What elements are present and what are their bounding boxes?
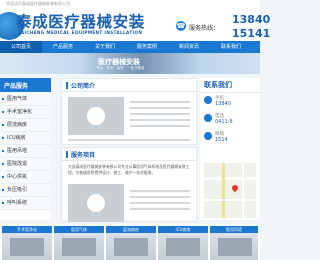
card-header: 服务项目: [62, 148, 196, 161]
hotline-number-2: 15141: [232, 27, 271, 40]
sidebar-item-label: 层流病房: [7, 122, 28, 128]
sidebar-item-label: 负压吸引: [7, 187, 28, 193]
hotline-label: 服务热线：: [189, 25, 220, 32]
contact-value: 13840: [215, 101, 231, 107]
sidebar-header: 产品服务: [0, 78, 51, 92]
sidebar-item-label: 手术室净化: [7, 109, 33, 115]
card-title: 公司简介: [71, 83, 96, 90]
accent-bar: [66, 82, 68, 89]
gallery-label: ICU病房: [158, 226, 208, 233]
sidebar-item[interactable]: 手术室净化: [0, 106, 51, 119]
gallery-label: 医用吊塔: [210, 226, 258, 233]
bullet-icon: [2, 163, 4, 165]
accent-bar: [66, 151, 68, 158]
sidebar-item[interactable]: 医院改造: [0, 158, 51, 171]
nav-item-about[interactable]: 关于我们: [84, 41, 126, 53]
company-intro-card: 公司简介: [61, 78, 197, 145]
bullet-icon: [2, 111, 4, 113]
mobile-icon: [204, 96, 212, 104]
bullet-icon: [2, 189, 4, 191]
sidebar-item-label: 医院改造: [7, 161, 28, 167]
gallery-thumb[interactable]: 医用吊塔: [210, 226, 258, 260]
card-header: 公司简介: [62, 79, 196, 92]
intro-image: [68, 97, 124, 135]
nav-item-news[interactable]: 新闻资讯: [168, 41, 210, 53]
sidebar-title: 产品服务: [4, 83, 29, 90]
brand-name[interactable]: 泰成医疗器械安装: [16, 10, 145, 32]
contact-value: 1514: [215, 137, 228, 143]
sidebar-item[interactable]: ICU病房: [0, 132, 51, 145]
gallery-label: 医用气体: [54, 226, 104, 233]
sidebar-item-label: ICU病房: [7, 135, 26, 141]
mail-icon: [204, 132, 212, 140]
gallery-thumb[interactable]: 医用气体: [54, 226, 104, 260]
intro-text-lines-full: [68, 139, 190, 145]
bullet-icon: [2, 137, 4, 139]
welcome-text: 欢迎访问泰成医疗器械安装有限公司: [6, 1, 70, 6]
sidebar-item-label: 医用气体: [7, 96, 28, 102]
sidebar-item[interactable]: 层流病房: [0, 119, 51, 132]
service-text-lines: [130, 190, 190, 214]
gallery-thumb[interactable]: ICU病房: [158, 226, 208, 260]
card-title: 服务项目: [71, 152, 96, 159]
phone-icon: [204, 114, 212, 122]
service-text: 大连泰成医疗器械安装有限公司专业从事医用气体系统及医疗器械安装工程，为各级医院提…: [68, 164, 190, 175]
gallery-thumb[interactable]: 层流病房: [106, 226, 156, 260]
service-image: [68, 184, 124, 222]
sidebar-item[interactable]: 医用吊塔: [0, 145, 51, 158]
nav-item-products[interactable]: 产品服务: [42, 41, 84, 53]
gallery-label: 手术室净化: [2, 226, 52, 233]
service-card: 服务项目 大连泰成医疗器械安装有限公司专业从事医用气体系统及医疗器械安装工程，为…: [61, 147, 197, 222]
bullet-icon: [2, 150, 4, 152]
location-map[interactable]: [204, 163, 256, 218]
hotline-number-1: 13840: [232, 13, 271, 26]
contact-header: 联系我们: [200, 78, 260, 93]
main-nav: 公司首页 产品服务 关于我们 服务案例 新闻资讯 联系我们: [0, 41, 260, 53]
banner-subtitle: 专业 · 安全 · 高效 · 一站式服务: [96, 66, 145, 70]
intro-text-lines: [130, 101, 190, 131]
hero-banner: 医疗器械安装 专业 · 安全 · 高效 · 一站式服务: [0, 53, 260, 74]
gallery-label: 层流病房: [106, 226, 156, 233]
sidebar-item[interactable]: 负压吸引: [0, 184, 51, 197]
bullet-icon: [2, 176, 4, 178]
sidebar-item[interactable]: 中心供氧: [0, 171, 51, 184]
gallery-thumb[interactable]: 手术室净化: [2, 226, 52, 260]
sidebar-item-label: 医用吊塔: [7, 148, 28, 154]
bullet-icon: [2, 202, 4, 204]
contact-title: 联系我们: [204, 81, 232, 89]
sidebar-item[interactable]: 呼叫系统: [0, 197, 51, 210]
nav-item-home[interactable]: 公司首页: [0, 41, 42, 53]
phone-icon: ☎: [176, 21, 186, 31]
contact-value: 0411-8: [215, 119, 233, 125]
nav-item-contact[interactable]: 联系我们: [210, 41, 252, 53]
nav-item-cases[interactable]: 服务案例: [126, 41, 168, 53]
sidebar-item-label: 中心供氧: [7, 174, 28, 180]
brand-english-name: TAICHENG MEDICAL EQUIPMENT INSTALLATION: [18, 30, 143, 35]
map-pin-icon: [230, 183, 240, 193]
sidebar-item[interactable]: 医用气体: [0, 93, 51, 106]
bullet-icon: [2, 124, 4, 126]
sidebar-item-label: 呼叫系统: [7, 200, 28, 206]
bullet-icon: [2, 98, 4, 100]
